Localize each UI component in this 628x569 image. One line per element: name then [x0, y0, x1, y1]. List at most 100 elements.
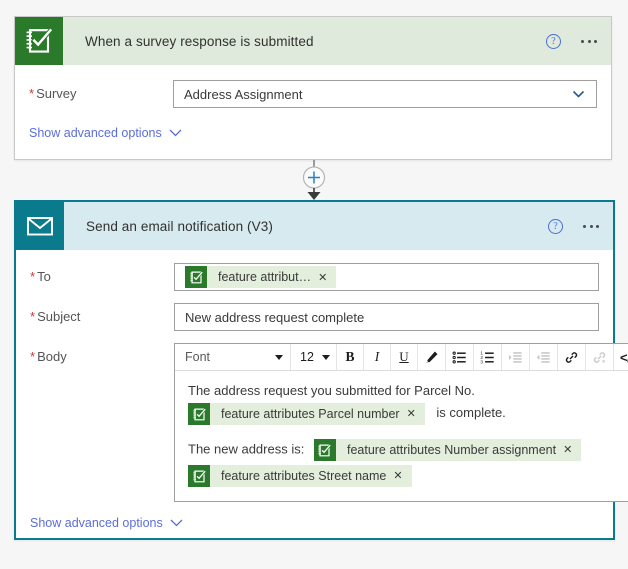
- font-family-value: Font: [185, 350, 211, 364]
- action-advanced-options-row: Show advanced options: [16, 516, 613, 530]
- trigger-card-header[interactable]: When a survey response is submitted ?: [15, 17, 611, 65]
- subject-field-label: * Subject: [30, 309, 81, 324]
- required-asterisk: *: [30, 349, 36, 364]
- trigger-show-advanced-options-label: Show advanced options: [29, 126, 162, 140]
- to-field-row: * To feature attribut… ✕: [16, 263, 613, 291]
- bold-label: B: [345, 349, 355, 364]
- body-field-row: * Body Font 12 B I U 1 2 3 < The address…: [16, 343, 628, 502]
- to-field-label: * To: [30, 269, 51, 284]
- ellipsis-dot: [583, 224, 586, 228]
- unlink-icon[interactable]: [586, 344, 614, 370]
- survey-dropdown[interactable]: Address Assignment: [173, 80, 597, 108]
- survey-dropdown-value: Address Assignment: [184, 86, 303, 102]
- ellipsis-dot: [587, 39, 591, 43]
- survey123-token-icon: [185, 266, 207, 288]
- font-family-select[interactable]: Font: [175, 344, 291, 370]
- survey123-token-icon: [313, 439, 336, 461]
- subject-input-value: New address request complete: [185, 309, 365, 325]
- help-icon[interactable]: ?: [546, 33, 561, 49]
- underline-label: U: [399, 349, 409, 364]
- decrease-indent-icon[interactable]: [530, 344, 558, 370]
- token-label: feature attributes Parcel number: [221, 407, 400, 421]
- subject-field-row: * Subject New address request complete: [16, 303, 613, 331]
- body-text-line-1: The address request you submitted for Pa…: [188, 383, 475, 398]
- remove-token-icon[interactable]: ✕: [393, 466, 411, 486]
- required-asterisk: *: [29, 86, 35, 101]
- action-card-header[interactable]: Send an email notification (V3) ?: [16, 202, 613, 250]
- survey-field-control: Address Assignment: [173, 80, 597, 108]
- editor-paragraph-4: feature attributes Street name ✕: [188, 465, 628, 487]
- underline-button[interactable]: U: [391, 344, 418, 370]
- svg-text:3: 3: [480, 359, 483, 364]
- token-label: feature attributes Street name: [221, 469, 387, 483]
- code-view-label: </>: [620, 349, 628, 365]
- flow-connector: [0, 160, 628, 202]
- ellipsis-dot: [594, 39, 597, 43]
- survey123-token-icon: [188, 403, 210, 425]
- required-asterisk: *: [30, 269, 36, 284]
- rich-text-editor[interactable]: Font 12 B I U 1 2 3 < The address reques…: [174, 343, 628, 502]
- body-field-control: Font 12 B I U 1 2 3 < The address reques…: [174, 343, 628, 502]
- italic-label: I: [374, 349, 380, 364]
- font-size-value: 12: [300, 350, 314, 364]
- editor-toolbar: Font 12 B I U 1 2 3 <: [175, 344, 628, 371]
- subject-input[interactable]: New address request complete: [174, 303, 599, 331]
- dynamic-content-token[interactable]: feature attribut… ✕: [185, 266, 337, 288]
- more-options-icon[interactable]: [583, 224, 599, 228]
- subject-field-control: New address request complete: [174, 303, 599, 331]
- numbered-list-icon[interactable]: 123: [474, 344, 502, 370]
- body-field-label: * Body: [30, 349, 67, 364]
- action-show-advanced-options[interactable]: Show advanced options: [30, 516, 183, 530]
- survey-field-row: * Survey Address Assignment: [15, 80, 611, 108]
- survey123-token-icon: [188, 465, 210, 487]
- bold-button[interactable]: B: [337, 344, 364, 370]
- chevron-down-icon: [169, 126, 182, 140]
- dynamic-content-token[interactable]: feature attributes Street name ✕: [188, 465, 412, 487]
- more-options-icon[interactable]: [581, 39, 597, 43]
- chevron-down-icon: [275, 354, 283, 360]
- editor-content[interactable]: The address request you submitted for Pa…: [175, 371, 628, 501]
- action-card[interactable]: Send an email notification (V3) ? * To f…: [14, 200, 628, 540]
- survey-field-label: * Survey: [29, 86, 77, 101]
- increase-indent-icon[interactable]: [502, 344, 530, 370]
- pen-highlight-icon[interactable]: [418, 344, 446, 370]
- ellipsis-dot: [581, 39, 584, 43]
- ellipsis-dot: [589, 224, 593, 228]
- bulleted-list-icon[interactable]: [446, 344, 474, 370]
- trigger-card[interactable]: When a survey response is submitted ? * S…: [14, 16, 612, 160]
- action-show-advanced-options-label: Show advanced options: [30, 516, 163, 530]
- token-label: feature attribut…: [218, 270, 312, 284]
- code-view-button[interactable]: </>: [614, 344, 628, 370]
- font-size-select[interactable]: 12: [291, 344, 337, 370]
- chevron-down-icon: [170, 516, 183, 530]
- help-icon[interactable]: ?: [548, 218, 563, 234]
- add-step-button: [302, 166, 326, 189]
- body-text-line-2-trailing: is complete.: [436, 405, 506, 421]
- editor-paragraph-3: The new address is: feature attributes N…: [188, 439, 628, 461]
- action-card-header-actions: ?: [548, 202, 599, 250]
- token-label: feature attributes Number assignment: [346, 443, 557, 457]
- dynamic-content-token[interactable]: feature attributes Parcel number ✕: [188, 403, 425, 425]
- to-input[interactable]: feature attribut… ✕: [174, 263, 599, 291]
- trigger-advanced-options-row: Show advanced options: [15, 126, 611, 140]
- remove-token-icon[interactable]: ✕: [407, 404, 425, 424]
- chevron-down-icon[interactable]: [572, 88, 585, 101]
- remove-token-icon[interactable]: ✕: [318, 271, 336, 284]
- editor-paragraph-1: The address request you submitted for Pa…: [188, 381, 628, 401]
- body-text-line-3: The new address is:: [188, 441, 305, 457]
- chevron-down-icon: [322, 354, 330, 360]
- trigger-card-header-actions: ?: [546, 17, 597, 65]
- survey123-icon: [15, 17, 63, 65]
- trigger-card-title: When a survey response is submitted: [85, 33, 314, 49]
- required-asterisk: *: [30, 309, 36, 324]
- ellipsis-dot: [596, 224, 599, 228]
- link-icon[interactable]: [558, 344, 586, 370]
- email-envelope-icon: [16, 202, 64, 250]
- trigger-show-advanced-options[interactable]: Show advanced options: [29, 126, 182, 140]
- editor-paragraph-2: feature attributes Parcel number ✕ is co…: [188, 403, 628, 425]
- dynamic-content-token[interactable]: feature attributes Number assignment ✕: [313, 439, 582, 461]
- italic-button[interactable]: I: [364, 344, 391, 370]
- action-card-title: Send an email notification (V3): [86, 218, 273, 234]
- to-field-control: feature attribut… ✕: [174, 263, 599, 291]
- remove-token-icon[interactable]: ✕: [563, 440, 581, 460]
